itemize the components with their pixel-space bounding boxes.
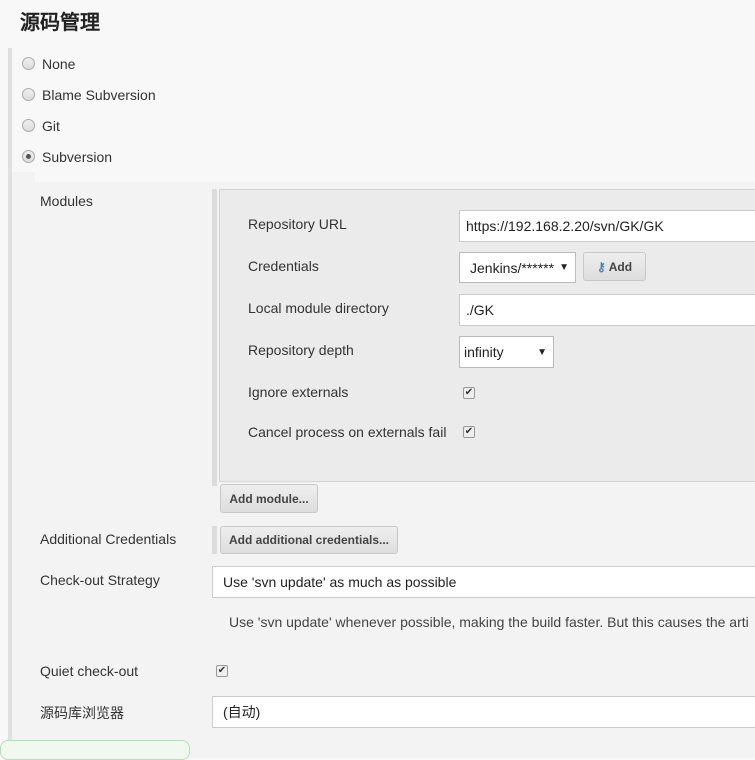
credentials-label: Credentials bbox=[248, 258, 319, 274]
section-title: 源码管理 bbox=[20, 10, 100, 34]
add-label: Add bbox=[608, 259, 633, 274]
credentials-select[interactable]: Jenkins/****** ▼ bbox=[459, 252, 576, 283]
credentials-value: Jenkins/****** bbox=[470, 259, 555, 276]
local-dir-input[interactable]: ./GK bbox=[459, 294, 755, 326]
cancel-externals-checkbox[interactable]: ✔ bbox=[463, 426, 475, 438]
depth-select[interactable]: infinity ▼ bbox=[459, 336, 554, 368]
chevron-down-icon: ▼ bbox=[559, 262, 569, 273]
checkout-strategy-select[interactable]: Use 'svn update' as much as possible bbox=[212, 566, 755, 598]
radio-label-subversion[interactable]: Subversion bbox=[42, 149, 112, 165]
radio-git[interactable] bbox=[22, 119, 35, 132]
depth-label: Repository depth bbox=[248, 342, 354, 358]
cancel-externals-label: Cancel process on externals fail bbox=[248, 424, 447, 440]
key-icon: ⚷ bbox=[596, 259, 606, 274]
radio-label-blame-subversion[interactable]: Blame Subversion bbox=[42, 87, 156, 103]
add-additional-credentials-button[interactable]: Add additional credentials... bbox=[220, 526, 398, 554]
radio-subversion[interactable] bbox=[22, 150, 35, 163]
repository-url-label: Repository URL bbox=[248, 216, 347, 232]
depth-value: infinity bbox=[464, 344, 504, 360]
add-module-button[interactable]: Add module... bbox=[220, 484, 318, 513]
ignore-externals-checkbox[interactable]: ✔ bbox=[463, 387, 475, 399]
repo-browser-label: 源码库浏览器 bbox=[40, 705, 124, 721]
add-credentials-button[interactable]: ⚷ Add bbox=[583, 252, 646, 281]
notification-bar bbox=[0, 740, 190, 760]
additional-credentials-bar bbox=[212, 526, 217, 554]
local-dir-label: Local module directory bbox=[248, 300, 389, 316]
checkout-strategy-label: Check-out Strategy bbox=[40, 572, 160, 588]
quiet-checkout-checkbox[interactable]: ✔ bbox=[216, 665, 228, 677]
radio-blame-subversion[interactable] bbox=[22, 88, 35, 101]
radio-none[interactable] bbox=[22, 57, 35, 70]
additional-credentials-label: Additional Credentials bbox=[40, 531, 177, 547]
ignore-externals-label: Ignore externals bbox=[248, 384, 349, 400]
quiet-checkout-label: Quiet check-out bbox=[40, 663, 139, 679]
radio-label-git[interactable]: Git bbox=[42, 118, 60, 134]
checkout-strategy-help: Use 'svn update' whenever possible, maki… bbox=[229, 614, 749, 630]
section-tab bbox=[12, 172, 35, 182]
repo-browser-select[interactable]: (自动) bbox=[212, 696, 755, 728]
radio-label-none[interactable]: None bbox=[42, 56, 75, 72]
repository-url-input[interactable]: https://192.168.2.20/svn/GK/GK bbox=[459, 210, 755, 242]
modules-label: Modules bbox=[40, 193, 93, 209]
modules-bar bbox=[212, 189, 217, 486]
chevron-down-icon: ▼ bbox=[537, 346, 547, 358]
